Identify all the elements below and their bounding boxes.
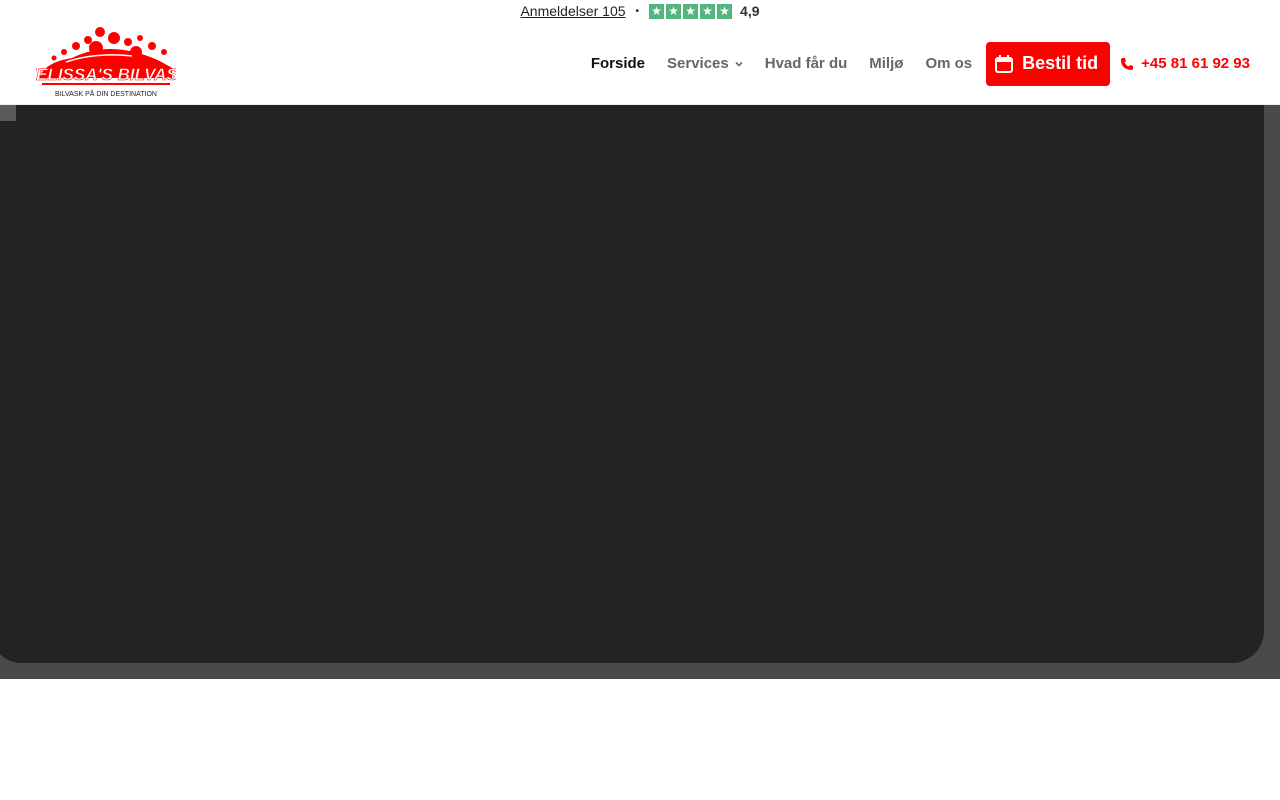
star-icon: ★ <box>717 3 733 19</box>
main-nav: Forside Services Hvad får du Miljø Om os… <box>591 22 1250 105</box>
site-header: MELISSA'S BILVASK BILVASK PÅ DIN DESTINA… <box>0 22 1280 105</box>
book-button-label: Bestil tid <box>1022 53 1099 73</box>
star-icon: ★ <box>700 3 716 19</box>
chevron-down-icon <box>735 61 743 67</box>
loading-spinner-icon <box>0 105 16 121</box>
site-logo[interactable]: MELISSA'S BILVASK BILVASK PÅ DIN DESTINA… <box>36 26 176 102</box>
phone-number: +45 81 61 92 93 <box>1141 55 1250 72</box>
hero-video-player[interactable] <box>0 105 1264 663</box>
nav-item-services[interactable]: Services <box>667 55 743 72</box>
nav-item-hvad-faar-du[interactable]: Hvad får du <box>765 55 848 72</box>
star-icon: ★ <box>649 3 665 19</box>
reviews-link[interactable]: Anmeldelser 105 <box>520 3 625 19</box>
phone-link[interactable]: +45 81 61 92 93 <box>1120 55 1250 72</box>
nav-item-label: Miljø <box>869 55 904 72</box>
nav-item-label: Hvad får du <box>764 55 848 72</box>
reviews-bar: Anmeldelser 105 • ★ ★ ★ ★ ★ 4,9 <box>0 0 1280 22</box>
logo-title: MELISSA'S BILVASK <box>36 65 176 84</box>
reviews-separator: • <box>635 5 640 17</box>
phone-icon <box>1121 57 1134 70</box>
book-appointment-button[interactable]: Bestil tid <box>986 41 1111 86</box>
nav-item-miljoe[interactable]: Miljø <box>869 55 903 72</box>
hero-section <box>0 105 1280 679</box>
logo-tagline: BILVASK PÅ DIN DESTINATION <box>55 89 157 98</box>
nav-item-label: Forside <box>590 55 646 72</box>
trustpilot-stars: ★ ★ ★ ★ ★ <box>649 3 733 19</box>
rating-value: 4,9 <box>740 3 760 19</box>
calendar-icon <box>995 54 1014 73</box>
star-icon: ★ <box>666 3 682 19</box>
logo-graphic: MELISSA'S BILVASK BILVASK PÅ DIN DESTINA… <box>36 27 176 98</box>
nav-item-forside[interactable]: Forside <box>591 55 645 72</box>
nav-item-label: Om os <box>925 55 973 72</box>
nav-item-om-os[interactable]: Om os <box>925 55 972 72</box>
nav-item-label: Services <box>667 55 729 72</box>
star-icon: ★ <box>683 3 699 19</box>
